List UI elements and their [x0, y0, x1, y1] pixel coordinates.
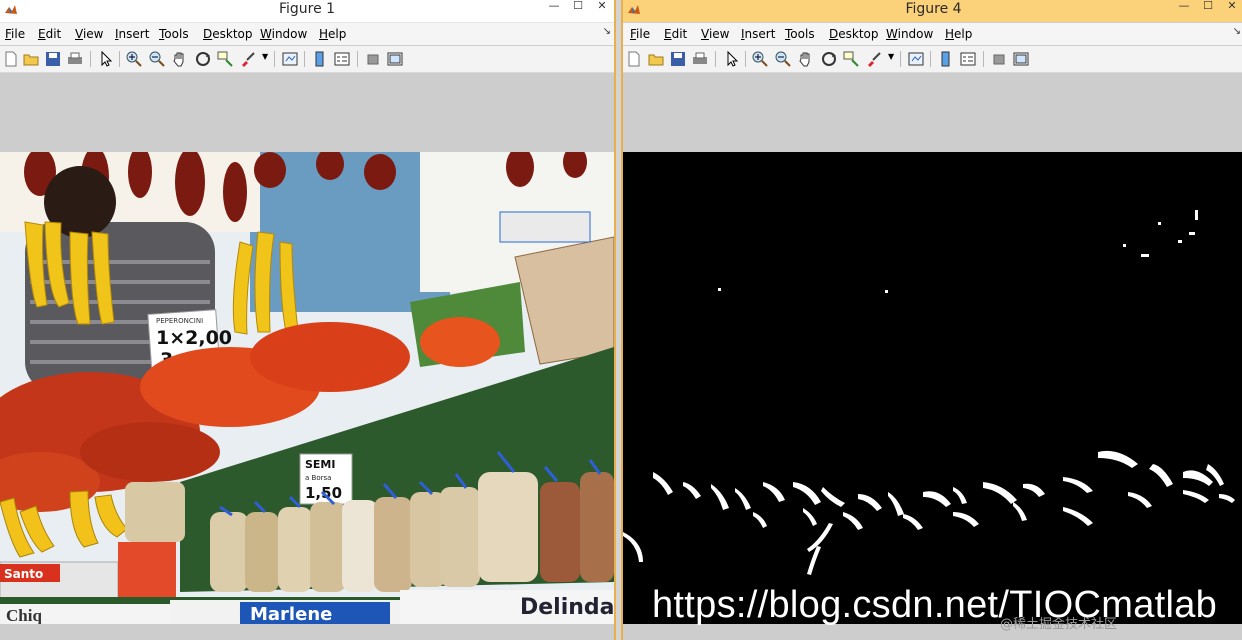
- menu-edit[interactable]: Edit: [664, 27, 687, 41]
- dock-arrow-icon[interactable]: ↘: [603, 26, 611, 37]
- maximize-icon[interactable]: ☐: [1196, 0, 1220, 14]
- menu-window[interactable]: Window: [260, 27, 307, 41]
- menu-view[interactable]: View: [701, 27, 729, 41]
- menu-label: ile: [11, 27, 26, 41]
- figure-toolbar: ▼: [623, 46, 1242, 73]
- hide-plot-tools-icon[interactable]: [364, 50, 382, 68]
- print-icon[interactable]: [66, 50, 84, 68]
- menu-file[interactable]: File: [630, 27, 650, 41]
- new-file-icon[interactable]: [2, 50, 20, 68]
- pointer-icon[interactable]: [97, 50, 115, 68]
- link-plot-icon[interactable]: [907, 50, 925, 68]
- colorbar-icon[interactable]: [937, 50, 955, 68]
- colorbar-icon[interactable]: [311, 50, 329, 68]
- close-icon[interactable]: ✕: [590, 0, 614, 14]
- rotate-3d-icon[interactable]: [194, 50, 212, 68]
- window-title: Figure 1: [278, 1, 336, 17]
- open-folder-icon[interactable]: [22, 50, 40, 68]
- menu-help[interactable]: Help: [945, 27, 972, 41]
- pan-hand-icon[interactable]: [797, 50, 815, 68]
- show-plot-tools-icon[interactable]: [1012, 50, 1030, 68]
- price-line-1: 1×2,00: [156, 327, 232, 349]
- zoom-in-icon[interactable]: [751, 50, 769, 68]
- menu-view[interactable]: View: [75, 27, 103, 41]
- figure-1-window: Figure 1 — ☐ ✕ File Edit View Insert Too…: [0, 0, 616, 640]
- save-icon[interactable]: [44, 50, 62, 68]
- pointer-icon[interactable]: [723, 50, 741, 68]
- figure-toolbar: ▼: [0, 46, 614, 73]
- dock-arrow-icon[interactable]: ↘: [1233, 26, 1241, 37]
- seeds-sign-sub: a Borsa: [305, 474, 331, 482]
- sign-header: PEPERONCINI: [156, 317, 203, 325]
- zoom-out-icon[interactable]: [148, 50, 166, 68]
- box-label-delinda: Delinda: [520, 595, 614, 620]
- minimize-icon[interactable]: —: [542, 0, 566, 14]
- box-label-marlene: Marlene: [250, 604, 332, 624]
- data-cursor-icon[interactable]: [842, 50, 860, 68]
- window-title: Figure 4: [905, 1, 962, 17]
- brush-icon[interactable]: [865, 50, 883, 68]
- link-plot-icon[interactable]: [281, 50, 299, 68]
- open-folder-icon[interactable]: [647, 50, 665, 68]
- figure-4-window: Figure 4 — ☐ ✕ File Edit View Insert Too…: [621, 0, 1242, 640]
- menu-bar: File Edit View Insert Tools Desktop Wind…: [623, 23, 1242, 45]
- pan-hand-icon[interactable]: [171, 50, 189, 68]
- new-file-icon[interactable]: [625, 50, 643, 68]
- data-cursor-icon[interactable]: [216, 50, 234, 68]
- brush-dropdown-icon[interactable]: ▼: [888, 52, 894, 61]
- menu-tools[interactable]: Tools: [159, 27, 189, 41]
- menu-desktop[interactable]: Desktop: [829, 27, 879, 41]
- legend-icon[interactable]: [333, 50, 351, 68]
- menu-window[interactable]: Window: [886, 27, 933, 41]
- hide-plot-tools-icon[interactable]: [990, 50, 1008, 68]
- show-plot-tools-icon[interactable]: [386, 50, 404, 68]
- minimize-icon[interactable]: —: [1172, 0, 1196, 14]
- box-label-santo: Santo: [4, 567, 43, 581]
- menu-file[interactable]: File: [5, 27, 25, 41]
- menu-tools[interactable]: Tools: [785, 27, 815, 41]
- maximize-icon[interactable]: ☐: [566, 0, 590, 14]
- menu-insert[interactable]: Insert: [741, 27, 775, 41]
- box-label-chiq: Chiq: [6, 606, 42, 624]
- binary-mask-image: [623, 152, 1242, 624]
- zoom-in-icon[interactable]: [125, 50, 143, 68]
- market-photo: PEPERONCINI 1×2,00 3×5,00 SEMI a Borsa: [0, 152, 614, 624]
- rotate-3d-icon[interactable]: [820, 50, 838, 68]
- brush-dropdown-icon[interactable]: ▼: [262, 52, 268, 61]
- print-icon[interactable]: [691, 50, 709, 68]
- menu-help[interactable]: Help: [319, 27, 346, 41]
- zoom-out-icon[interactable]: [774, 50, 792, 68]
- menu-edit[interactable]: Edit: [38, 27, 61, 41]
- watermark-url: https://blog.csdn.net/TIOCmatlab: [652, 584, 1218, 626]
- title-bar[interactable]: Figure 4 — ☐ ✕: [623, 0, 1242, 22]
- watermark-overlay: @稀土掘金技术社区: [1000, 617, 1118, 632]
- menu-desktop[interactable]: Desktop: [203, 27, 253, 41]
- brush-icon[interactable]: [239, 50, 257, 68]
- save-icon[interactable]: [669, 50, 687, 68]
- close-icon[interactable]: ✕: [1220, 0, 1242, 14]
- menu-bar: File Edit View Insert Tools Desktop Wind…: [0, 23, 614, 45]
- title-bar[interactable]: Figure 1 — ☐ ✕: [0, 0, 614, 23]
- legend-icon[interactable]: [959, 50, 977, 68]
- seeds-sign-title: SEMI: [305, 458, 335, 471]
- menu-insert[interactable]: Insert: [115, 27, 149, 41]
